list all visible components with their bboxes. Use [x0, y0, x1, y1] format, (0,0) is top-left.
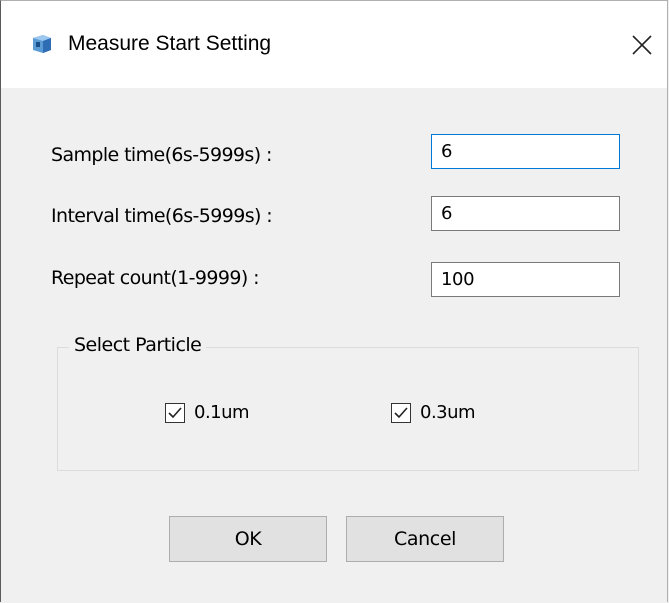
select-particle-group	[57, 347, 639, 471]
checkmark-icon	[394, 407, 408, 419]
cancel-button[interactable]: Cancel	[346, 516, 504, 562]
close-button[interactable]	[617, 15, 667, 75]
repeat-count-input[interactable]: 100	[431, 262, 620, 297]
checkmark-icon	[168, 407, 182, 419]
particle-0-1um-label[interactable]: 0.1um	[194, 403, 250, 423]
dialog-window: Measure Start Setting Sample time(6s-599…	[0, 0, 668, 602]
repeat-count-label: Repeat count(1-9999) :	[51, 267, 259, 289]
title-bar[interactable]: Measure Start Setting	[1, 1, 667, 88]
particle-0-3um-checkbox[interactable]	[391, 403, 411, 423]
select-particle-title: Select Particle	[69, 334, 207, 356]
interval-time-label: Interval time(6s-5999s) :	[51, 205, 273, 227]
particle-0-1um-checkbox[interactable]	[165, 403, 185, 423]
window-title: Measure Start Setting	[68, 32, 272, 55]
app-icon	[33, 35, 51, 53]
ok-button[interactable]: OK	[169, 516, 327, 562]
sample-time-label: Sample time(6s-5999s) :	[51, 144, 272, 166]
particle-0-3um-label[interactable]: 0.3um	[420, 403, 476, 423]
interval-time-input[interactable]: 6	[431, 196, 620, 231]
close-icon	[632, 35, 652, 55]
sample-time-input[interactable]: 6	[431, 134, 620, 169]
